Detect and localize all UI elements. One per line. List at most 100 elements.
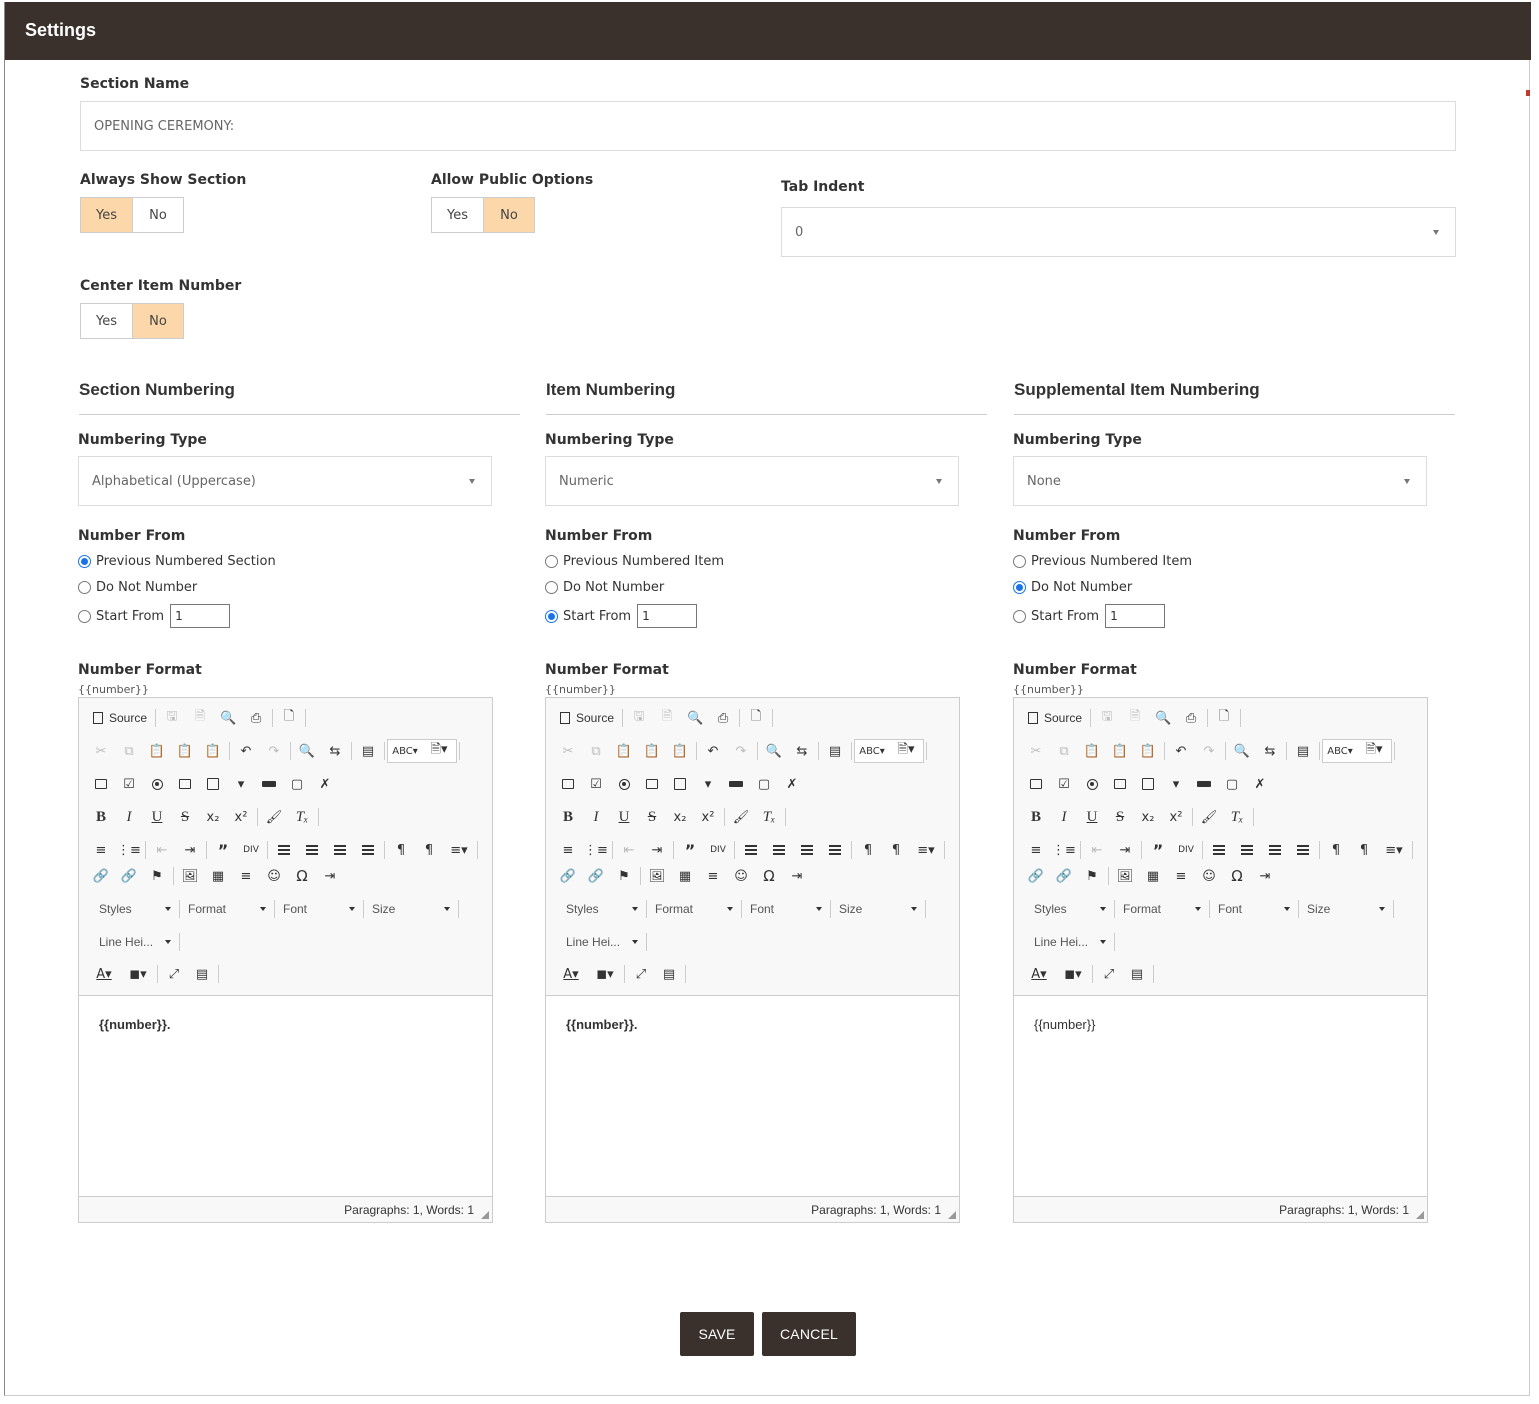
align-right-icon[interactable]: [326, 838, 354, 862]
new-page-icon[interactable]: 🗎: [653, 706, 681, 730]
styles-dropdown[interactable]: Styles: [93, 898, 177, 920]
select-field-icon[interactable]: ▾: [227, 772, 255, 796]
image-button-icon[interactable]: ▢: [283, 772, 311, 796]
font-dropdown[interactable]: Font: [1212, 898, 1296, 920]
checkbox-icon[interactable]: ☑: [115, 772, 143, 796]
radio-option-do-not-number[interactable]: Do Not Number: [78, 580, 197, 595]
radio-icon[interactable]: [545, 609, 558, 623]
numbering-type-select[interactable]: Numeric: [545, 456, 959, 506]
unlink-icon[interactable]: 🔗: [1050, 864, 1078, 888]
preview-icon[interactable]: 🔍: [681, 706, 709, 730]
underline-icon[interactable]: U: [1078, 805, 1106, 829]
radio-option-do-not-number[interactable]: Do Not Number: [545, 580, 664, 595]
source-button[interactable]: Source: [1014, 706, 1088, 730]
subscript-icon[interactable]: x₂: [199, 805, 227, 829]
radio-option-start-from[interactable]: Start From 1: [78, 604, 231, 628]
center-item-yes-button[interactable]: Yes: [81, 304, 132, 338]
checkbox-icon[interactable]: ☑: [1050, 772, 1078, 796]
align-left-icon[interactable]: [270, 838, 298, 862]
radio-icon[interactable]: [78, 609, 91, 623]
radio-option-previous[interactable]: Previous Numbered Item: [545, 554, 724, 569]
paste-text-icon[interactable]: 📋: [1106, 739, 1134, 763]
select-all-icon[interactable]: ▤: [821, 739, 849, 763]
align-center-icon[interactable]: [298, 838, 326, 862]
line-height-dropdown[interactable]: Line Hei...: [560, 931, 644, 953]
line-height-dropdown[interactable]: Line Hei...: [93, 931, 177, 953]
start-from-input[interactable]: 1: [170, 604, 231, 628]
select-field-icon[interactable]: ▾: [1162, 772, 1190, 796]
image-button-icon[interactable]: ▢: [750, 772, 778, 796]
size-dropdown[interactable]: Size: [1301, 898, 1391, 920]
replace-icon[interactable]: ⇆: [1256, 739, 1284, 763]
radio-button-icon[interactable]: [610, 772, 638, 796]
table-icon[interactable]: ▦: [204, 864, 232, 888]
save-icon[interactable]: 🖫: [158, 706, 186, 730]
cut-icon[interactable]: ✂: [1022, 739, 1050, 763]
format-dropdown[interactable]: Format: [649, 898, 739, 920]
page-break-icon[interactable]: ⇥: [316, 864, 344, 888]
unlink-icon[interactable]: 🔗: [582, 864, 610, 888]
save-button[interactable]: SAVE: [680, 1312, 754, 1356]
rtl-icon[interactable]: ¶: [882, 838, 910, 862]
numbering-type-select[interactable]: None: [1013, 456, 1427, 506]
undo-icon[interactable]: ↶: [232, 739, 260, 763]
strikethrough-icon[interactable]: S: [171, 805, 199, 829]
language-icon[interactable]: 🗎▾: [422, 739, 456, 763]
radio-icon[interactable]: [1013, 581, 1026, 594]
align-center-icon[interactable]: [765, 838, 793, 862]
page-break-icon[interactable]: ⇥: [1251, 864, 1279, 888]
text-field-icon[interactable]: [1106, 772, 1134, 796]
rtl-icon[interactable]: ¶: [1350, 838, 1378, 862]
spellcheck-icon[interactable]: ABC▾: [388, 739, 422, 763]
copy-icon[interactable]: ⧉: [1050, 739, 1078, 763]
save-icon[interactable]: 🖫: [1093, 706, 1121, 730]
styles-dropdown[interactable]: Styles: [1028, 898, 1112, 920]
italic-icon[interactable]: I: [1050, 805, 1078, 829]
radio-icon[interactable]: [78, 581, 91, 594]
button-field-icon[interactable]: [1190, 772, 1218, 796]
editor-content-area[interactable]: {{number}}.: [546, 995, 959, 1197]
copy-format-icon[interactable]: 🖌: [260, 805, 288, 829]
align-right-icon[interactable]: [793, 838, 821, 862]
center-item-no-button[interactable]: No: [132, 304, 183, 338]
remove-format-icon[interactable]: Tₓ: [288, 805, 316, 829]
templates-icon[interactable]: 🗋: [275, 706, 303, 730]
rtl-icon[interactable]: ¶: [415, 838, 443, 862]
indent-icon[interactable]: ⇥: [643, 838, 671, 862]
radio-icon[interactable]: [1013, 555, 1026, 568]
numbered-list-icon[interactable]: ≡: [554, 838, 582, 862]
text-field-icon[interactable]: [171, 772, 199, 796]
outdent-icon[interactable]: ⇤: [148, 838, 176, 862]
spellcheck-icon[interactable]: ABC▾: [1323, 739, 1357, 763]
textarea-icon[interactable]: [199, 772, 227, 796]
unlink-icon[interactable]: 🔗: [115, 864, 143, 888]
paste-icon[interactable]: 📋: [143, 739, 171, 763]
format-dropdown[interactable]: Format: [182, 898, 272, 920]
undo-icon[interactable]: ↶: [1167, 739, 1195, 763]
font-dropdown[interactable]: Font: [277, 898, 361, 920]
text-color-icon[interactable]: A▾: [87, 962, 121, 986]
special-char-icon[interactable]: Ω: [1223, 864, 1251, 888]
source-button[interactable]: Source: [546, 706, 620, 730]
language-dir-icon[interactable]: ≡▾: [443, 838, 475, 862]
paste-icon[interactable]: 📋: [1078, 739, 1106, 763]
section-name-input[interactable]: OPENING CEREMONY:: [80, 101, 1456, 151]
bulleted-list-icon[interactable]: ⋮≡: [115, 838, 143, 862]
subscript-icon[interactable]: x₂: [666, 805, 694, 829]
new-page-icon[interactable]: 🗎: [1121, 706, 1149, 730]
paste-text-icon[interactable]: 📋: [638, 739, 666, 763]
align-left-icon[interactable]: [1205, 838, 1233, 862]
radio-option-start-from[interactable]: Start From 1: [1013, 604, 1166, 628]
underline-icon[interactable]: U: [610, 805, 638, 829]
outdent-icon[interactable]: ⇤: [615, 838, 643, 862]
language-icon[interactable]: 🗎▾: [889, 739, 923, 763]
link-icon[interactable]: 🔗: [554, 864, 582, 888]
save-icon[interactable]: 🖫: [625, 706, 653, 730]
radio-option-do-not-number[interactable]: Do Not Number: [1013, 580, 1132, 595]
radio-option-previous[interactable]: Previous Numbered Section: [78, 554, 276, 569]
resize-handle-icon[interactable]: [1416, 1211, 1424, 1219]
horizontal-line-icon[interactable]: ≡: [1167, 864, 1195, 888]
paste-text-icon[interactable]: 📋: [171, 739, 199, 763]
image-icon[interactable]: 🖼: [643, 864, 671, 888]
select-all-icon[interactable]: ▤: [1289, 739, 1317, 763]
